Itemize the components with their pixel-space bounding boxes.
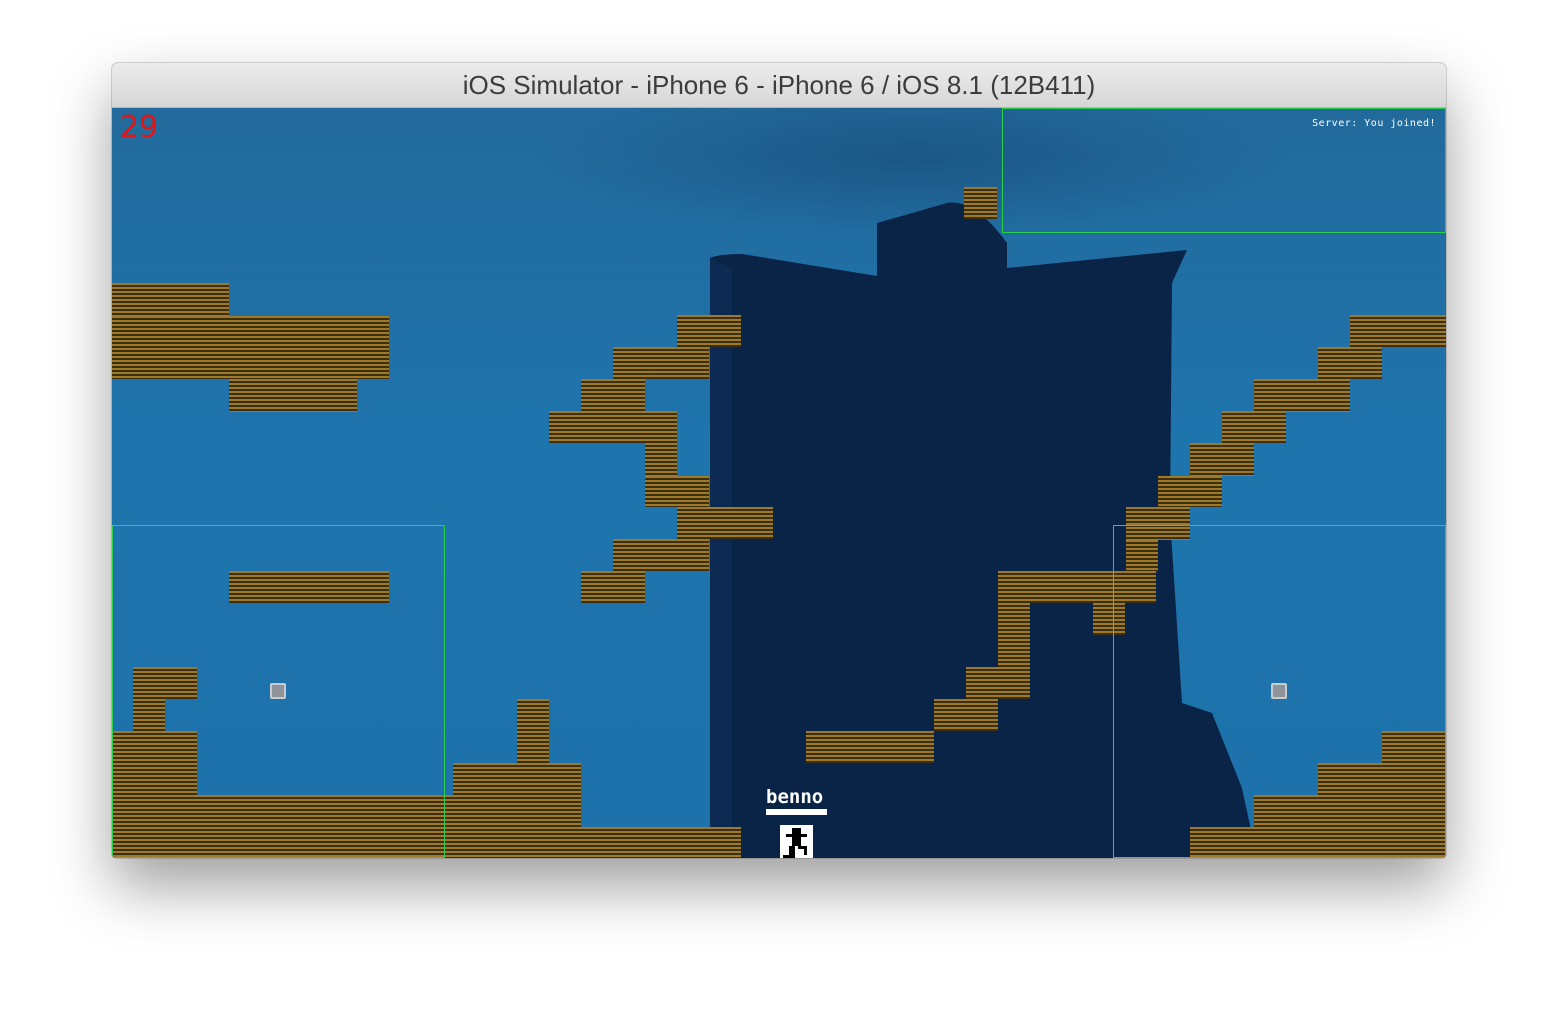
terrain-block: [613, 539, 709, 571]
terrain-block: [229, 379, 357, 412]
terrain-block: [677, 507, 773, 539]
terrain-block: [1350, 315, 1446, 347]
terrain-block: [964, 187, 997, 219]
terrain-block: [1190, 443, 1254, 476]
terrain-block: [581, 571, 645, 603]
server-message: Server: You joined!: [1312, 118, 1436, 129]
terrain-block: [1318, 347, 1382, 379]
score-counter: 29: [120, 110, 159, 145]
terrain-block: [613, 347, 709, 379]
terrain-block: [677, 315, 741, 347]
terrain-block: [1158, 476, 1222, 507]
terrain-block: [998, 603, 1030, 667]
window-titlebar[interactable]: iOS Simulator - iPhone 6 - iPhone 6 / iO…: [112, 63, 1446, 108]
simulator-window: iOS Simulator - iPhone 6 - iPhone 6 / iO…: [112, 63, 1446, 858]
terrain-block: [806, 731, 934, 763]
player-health-bar: [766, 809, 827, 815]
terrain-block: [517, 699, 549, 763]
terrain-block: [645, 443, 677, 476]
terrain-block: [966, 667, 1030, 699]
window-title: iOS Simulator - iPhone 6 - iPhone 6 / iO…: [462, 69, 1096, 100]
terrain-block: [453, 763, 581, 795]
pixel-runner-icon: [780, 825, 813, 858]
terrain-block: [1254, 379, 1350, 412]
terrain-block: [1222, 411, 1286, 443]
terrain-block: [549, 411, 677, 443]
right-joystick-thumb-icon[interactable]: [1271, 683, 1287, 699]
terrain-block: [645, 476, 709, 507]
terrain-block: [934, 699, 998, 731]
terrain-block: [581, 379, 645, 412]
terrain-block: [112, 316, 389, 379]
left-joystick-thumb-icon[interactable]: [270, 683, 286, 699]
game-screen[interactable]: 29 Server: You joined! benno: [112, 108, 1446, 858]
terrain-block: [112, 283, 229, 316]
player-name-label: benno: [766, 786, 824, 808]
